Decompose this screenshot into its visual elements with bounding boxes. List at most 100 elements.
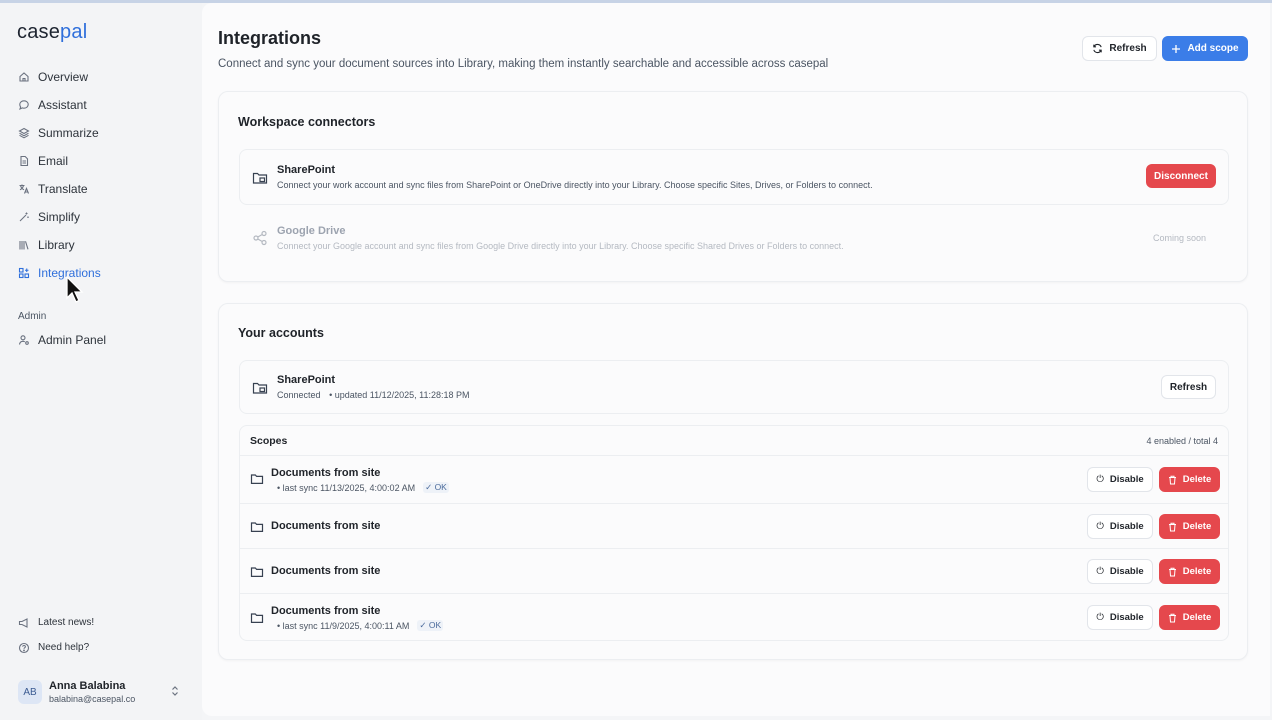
power-icon: ⏻: [1096, 612, 1104, 623]
delete-label: Delete: [1182, 612, 1212, 623]
sidebar-item-overview[interactable]: Overview: [8, 63, 194, 91]
logo-text-pal: pal: [60, 21, 88, 43]
logo-text-case: case: [17, 21, 61, 43]
sidebar-item-label: Summarize: [38, 126, 99, 140]
user-name: Anna Balabina: [49, 679, 126, 692]
sidebar-item-label: Admin Panel: [38, 333, 107, 347]
disable-button[interactable]: ⏻ Disable: [1087, 467, 1153, 492]
translate-icon: [18, 183, 30, 195]
mouse-cursor-icon: [66, 275, 84, 307]
scope-row: Documents from site ⏻ Disable Delete: [240, 503, 1228, 548]
account-row-sharepoint: SharePoint Connected • updated 11/12/202…: [239, 360, 1229, 414]
scope-title: Documents from site: [271, 565, 381, 577]
sidebar-item-label: Overview: [38, 70, 89, 84]
refresh-button[interactable]: Refresh: [1082, 36, 1157, 61]
main-nav: Overview Assistant Summarize Email Trans…: [8, 63, 194, 287]
scope-last-sync: • last sync 11/9/2025, 4:00:11 AM: [277, 620, 410, 631]
refresh-button-label: Refresh: [1109, 43, 1147, 54]
ok-text: OK: [428, 620, 442, 630]
disable-button[interactable]: ⏻ Disable: [1087, 559, 1153, 584]
trash-icon: [1168, 613, 1177, 623]
power-icon: ⏻: [1096, 521, 1104, 532]
delete-button[interactable]: Delete: [1159, 514, 1220, 539]
user-email: balabina@casepal.co: [49, 693, 136, 704]
logo[interactable]: casepal: [17, 21, 87, 44]
delete-label: Delete: [1182, 521, 1212, 532]
disable-label: Disable: [1109, 521, 1144, 532]
connector-name: Google Drive: [277, 225, 346, 237]
account-name: SharePoint: [277, 374, 336, 386]
sidebar-item-need-help[interactable]: Need help?: [8, 635, 194, 660]
connector-description: Connect your work account and sync files…: [277, 180, 873, 190]
workspace-connectors-title: Workspace connectors: [238, 115, 376, 129]
sidebar-item-library[interactable]: Library: [8, 231, 194, 259]
admin-section-label: Admin: [18, 311, 47, 322]
sidebar-item-assistant[interactable]: Assistant: [8, 91, 194, 119]
user-menu[interactable]: AB Anna Balabina balabina@casepal.co: [18, 677, 186, 707]
scope-ok-badge: ✓ OK: [423, 482, 449, 493]
integrations-icon: [18, 267, 30, 279]
sidebar-item-label: Simplify: [38, 210, 81, 224]
plus-icon: [1171, 44, 1181, 54]
connector-row-google-drive: Google Drive Connect your Google account…: [239, 210, 1229, 265]
sidebar-item-simplify[interactable]: Simplify: [8, 203, 194, 231]
sidebar-item-label: Assistant: [38, 98, 87, 112]
disable-label: Disable: [1109, 612, 1144, 623]
workspace-connectors-card: Workspace connectors SharePoint Connect …: [218, 91, 1248, 282]
layers-icon: [18, 127, 30, 139]
disable-button[interactable]: ⏻ Disable: [1087, 514, 1153, 539]
page-title: Integrations: [218, 28, 322, 48]
check-icon: ✓: [425, 482, 435, 492]
sidebar-item-email[interactable]: Email: [8, 147, 194, 175]
disable-label: Disable: [1109, 474, 1144, 485]
folder-icon: [250, 565, 264, 579]
scope-title: Documents from site: [271, 605, 381, 617]
sidebar-item-summarize[interactable]: Summarize: [8, 119, 194, 147]
admin-nav: Admin Panel: [8, 326, 194, 354]
megaphone-icon: [18, 617, 30, 629]
scope-actions: ⏻ Disable Delete: [1087, 559, 1220, 584]
magic-wand-icon: [18, 211, 30, 223]
scope-actions: ⏻ Disable Delete: [1087, 467, 1220, 492]
delete-label: Delete: [1182, 474, 1212, 485]
sidebar: casepal Overview Assistant Summarize Ema…: [0, 3, 202, 720]
trash-icon: [1168, 475, 1177, 485]
folder-icon: [250, 520, 264, 534]
home-icon: [18, 71, 30, 83]
sidebar-item-latest-news[interactable]: Latest news!: [8, 610, 194, 635]
scope-title: Documents from site: [271, 520, 381, 532]
disconnect-button[interactable]: Disconnect: [1146, 164, 1216, 188]
scopes-label: Scopes: [250, 435, 288, 447]
user-cog-icon: [18, 334, 30, 346]
disable-button[interactable]: ⏻ Disable: [1087, 605, 1153, 630]
folder-icon: [250, 472, 264, 486]
refresh-icon: [1092, 43, 1103, 54]
power-icon: ⏻: [1096, 474, 1104, 485]
chevron-up-down-icon: [170, 685, 180, 700]
ok-text: OK: [434, 482, 447, 492]
chat-icon: [18, 99, 30, 111]
scope-actions: ⏻ Disable Delete: [1087, 605, 1220, 630]
power-icon: ⏻: [1096, 566, 1104, 577]
delete-button[interactable]: Delete: [1159, 467, 1220, 492]
scope-row: Documents from site • last sync 11/9/202…: [240, 593, 1228, 640]
page-subtitle: Connect and sync your document sources i…: [218, 58, 829, 70]
sidebar-item-translate[interactable]: Translate: [8, 175, 194, 203]
add-scope-button[interactable]: Add scope: [1162, 36, 1248, 61]
connector-name: SharePoint: [277, 164, 336, 176]
add-scope-label: Add scope: [1187, 43, 1239, 54]
help-circle-icon: [18, 642, 30, 654]
sidebar-item-label: Library: [38, 238, 75, 252]
scope-row: Documents from site ⏻ Disable Delete: [240, 548, 1228, 593]
sidebar-item-admin-panel[interactable]: Admin Panel: [8, 326, 194, 354]
scope-title: Documents from site: [271, 467, 381, 479]
sidebar-item-integrations[interactable]: Integrations: [8, 259, 194, 287]
your-accounts-title: Your accounts: [238, 326, 324, 340]
account-status: Connected • updated 11/12/2025, 11:28:18…: [277, 390, 470, 400]
account-refresh-button[interactable]: Refresh: [1161, 375, 1216, 399]
trash-icon: [1168, 522, 1177, 532]
account-updated-time: • updated 11/12/2025, 11:28:18 PM: [329, 390, 470, 400]
delete-button[interactable]: Delete: [1159, 559, 1220, 584]
sidebar-item-label: Translate: [38, 182, 88, 196]
delete-button[interactable]: Delete: [1159, 605, 1220, 630]
